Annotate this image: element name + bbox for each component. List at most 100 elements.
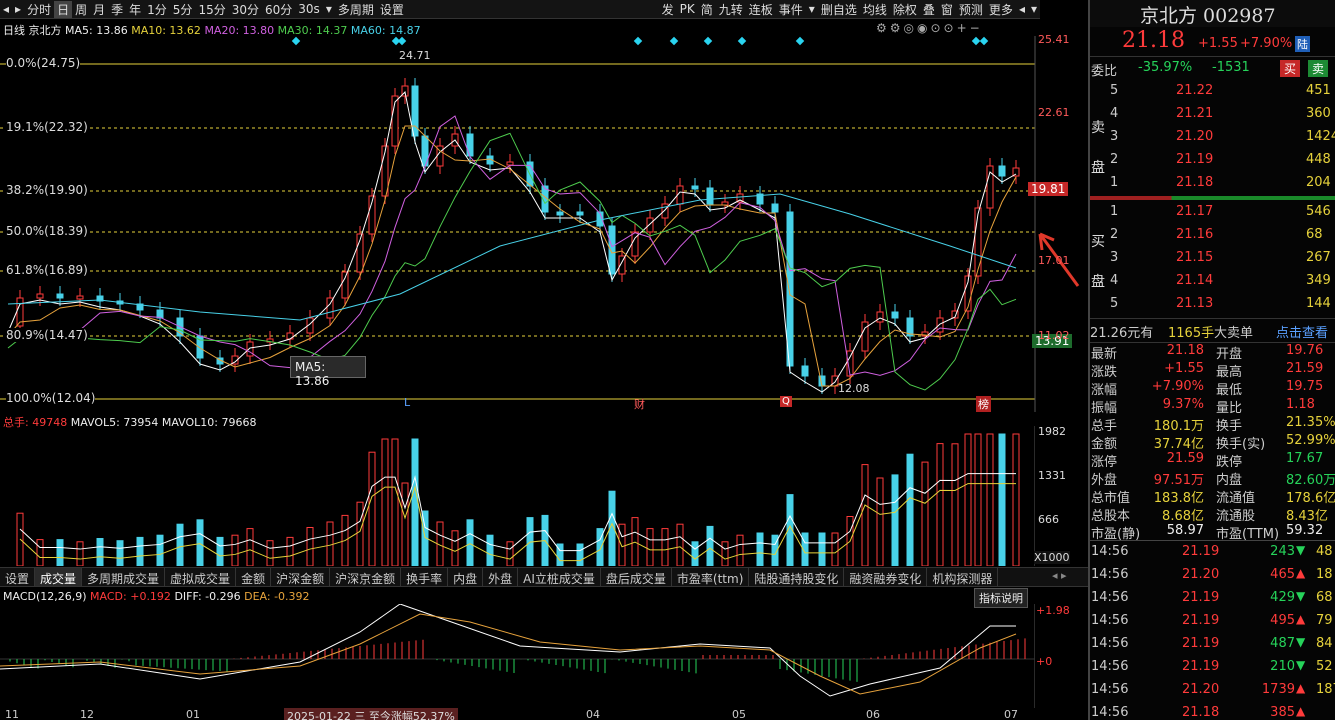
toolbar-left-0[interactable]: ◂ <box>0 2 12 16</box>
macd-chart[interactable] <box>0 604 1035 708</box>
bid-price: 21.14 <box>1176 273 1214 288</box>
toolbar-left-8[interactable]: 1分 <box>144 1 170 18</box>
toolbar-right-13[interactable]: 更多 <box>986 1 1016 18</box>
ask-row[interactable]: 2 21.19 448 <box>1090 149 1335 172</box>
tab-7[interactable]: 换手率 <box>401 568 449 586</box>
toolbar-left-12[interactable]: 60分 <box>262 1 295 18</box>
bid-row[interactable]: 4 21.14 349 <box>1090 270 1335 293</box>
toolbar-right-9[interactable]: 除权 <box>890 1 920 18</box>
stat-row: 总市值 183.8亿 流通值 178.6亿 <box>1090 487 1335 506</box>
lu-badge: 陆 <box>1295 36 1310 52</box>
tab-8[interactable]: 内盘 <box>448 568 484 586</box>
bid-row[interactable]: 1 21.17 546 <box>1090 201 1335 224</box>
stat-row: 市盈(静) 58.97 市盈(TTM) 59.32 <box>1090 523 1335 542</box>
tab-1[interactable]: 成交量 <box>35 568 83 586</box>
toolbar-left-13[interactable]: 30s <box>295 2 323 16</box>
toolbar-left-7[interactable]: 年 <box>126 1 144 18</box>
toolbar-left-10[interactable]: 15分 <box>195 1 228 18</box>
toolbar-left-14[interactable]: ▾ <box>323 2 335 16</box>
ask-price: 21.22 <box>1176 83 1214 98</box>
candle <box>341 271 349 299</box>
trade-direction-icon: ▼ <box>1296 543 1306 557</box>
stat-value: 178.6亿 <box>1286 491 1335 506</box>
toolbar-right-11[interactable]: 窗 <box>938 1 956 18</box>
bid-row[interactable]: 2 21.16 68 <box>1090 224 1335 247</box>
ask-volume: 1424 <box>1306 129 1335 144</box>
macd-axis-zero: +0 <box>1036 655 1053 668</box>
tab-9[interactable]: 外盘 <box>483 568 519 586</box>
toolbar-left-1[interactable]: ▸ <box>12 2 24 16</box>
toolbar-left-11[interactable]: 30分 <box>229 1 262 18</box>
stat-row: 振幅 9.37% 量比 1.18 <box>1090 397 1335 416</box>
candle <box>891 311 899 319</box>
toolbar-left-4[interactable]: 周 <box>72 1 90 18</box>
toolbar-left-2[interactable]: 分时 <box>24 1 54 18</box>
tab-3[interactable]: 虚拟成交量 <box>165 568 237 586</box>
tab-4[interactable]: 金额 <box>236 568 272 586</box>
volume-bar <box>921 461 929 566</box>
toolbar-right-2[interactable]: 简 <box>698 1 716 18</box>
toolbar-right-1[interactable]: PK <box>677 2 698 16</box>
ask-row[interactable]: 1 21.18 204 <box>1090 172 1335 195</box>
tab-15[interactable]: 机构探测器 <box>927 568 999 586</box>
toolbar-right-4[interactable]: 连板 <box>746 1 776 18</box>
chart-tool-icons[interactable]: ⚙⚙◎◉⊙⊙+− <box>876 21 983 35</box>
tab-5[interactable]: 沪深金额 <box>271 568 331 586</box>
toolbar-right-14[interactable]: ◂ <box>1016 2 1028 16</box>
toolbar-right-0[interactable]: 发 <box>659 1 677 18</box>
volume-bar <box>381 438 389 566</box>
stat-value: 183.8亿 <box>1153 491 1204 506</box>
toolbar-right-5[interactable]: 事件 <box>776 1 806 18</box>
toolbar-left-15[interactable]: 多周期 <box>335 1 377 18</box>
toolbar-left-16[interactable]: 设置 <box>377 1 407 18</box>
low-label: 12.08 <box>838 382 870 395</box>
tab-11[interactable]: 盘后成交量 <box>601 568 672 586</box>
toolbar-right-6[interactable]: ▾ <box>806 2 818 16</box>
big-order-link[interactable]: 点击查看 <box>1276 322 1328 341</box>
toolbar-right-3[interactable]: 九转 <box>716 1 746 18</box>
ask-row[interactable]: 3 21.20 1424 <box>1090 126 1335 149</box>
candle <box>76 295 84 300</box>
toolbar-right-8[interactable]: 均线 <box>860 1 890 18</box>
stat-value: 21.59 <box>1166 451 1204 466</box>
stat-value: +7.90% <box>1151 379 1204 394</box>
bid-row[interactable]: 3 21.15 267 <box>1090 247 1335 270</box>
toolbar-left-3[interactable]: 日 <box>54 0 73 18</box>
tab-0[interactable]: 设置 <box>0 568 36 586</box>
time-axis-6: 06 <box>866 708 880 720</box>
toolbar-right-10[interactable]: 叠 <box>920 1 938 18</box>
volume-bar <box>306 527 314 566</box>
time-axis-1: 12 <box>80 708 94 720</box>
toolbar-left-5[interactable]: 月 <box>90 1 108 18</box>
fib-level-1: 19.1%(22.32) <box>6 120 88 134</box>
toolbar-right-15[interactable]: ▾ <box>1028 2 1040 16</box>
toolbar-left-6[interactable]: 季 <box>108 1 126 18</box>
volume-bar <box>974 433 982 566</box>
stat-label: 振幅 <box>1091 401 1118 416</box>
volume-chart[interactable] <box>0 426 1035 566</box>
volume-bar <box>618 523 626 566</box>
bid-row[interactable]: 5 21.13 144 <box>1090 293 1335 316</box>
tab-6[interactable]: 沪深京金额 <box>330 568 402 586</box>
tab-12[interactable]: 市盈率(ttm) <box>672 568 750 586</box>
candlestick-chart[interactable] <box>0 36 1088 412</box>
toolbar-right-7[interactable]: 删自选 <box>818 1 860 18</box>
buy-button[interactable]: 买 <box>1280 60 1301 77</box>
ask-row[interactable]: 4 21.21 360 <box>1090 103 1335 126</box>
sell-button[interactable]: 卖 <box>1308 60 1329 77</box>
toolbar-left-9[interactable]: 5分 <box>170 1 196 18</box>
ask-volume: 360 <box>1306 106 1331 121</box>
trade-row: 14:56 21.19 243 ▼ 48 <box>1090 541 1335 564</box>
tab-13[interactable]: 陆股通持股变化 <box>749 568 845 586</box>
tab-scroll-icons[interactable]: ◂ ▸ <box>1052 569 1067 582</box>
trade-time: 14:56 <box>1091 636 1129 651</box>
stat-value: 82.60万 <box>1286 473 1335 488</box>
tab-14[interactable]: 融资融券变化 <box>844 568 928 586</box>
tab-2[interactable]: 多周期成交量 <box>82 568 166 586</box>
volume-bar <box>691 541 699 566</box>
tab-10[interactable]: AI立桩成交量 <box>518 568 601 586</box>
big-order-row: 21.26元有 1165手 大卖单 点击查看 <box>1090 318 1335 341</box>
ask-row[interactable]: 5 21.22 451 <box>1090 80 1335 103</box>
toolbar-right-12[interactable]: 预测 <box>956 1 986 18</box>
trade-volume: 243 <box>1270 544 1295 559</box>
